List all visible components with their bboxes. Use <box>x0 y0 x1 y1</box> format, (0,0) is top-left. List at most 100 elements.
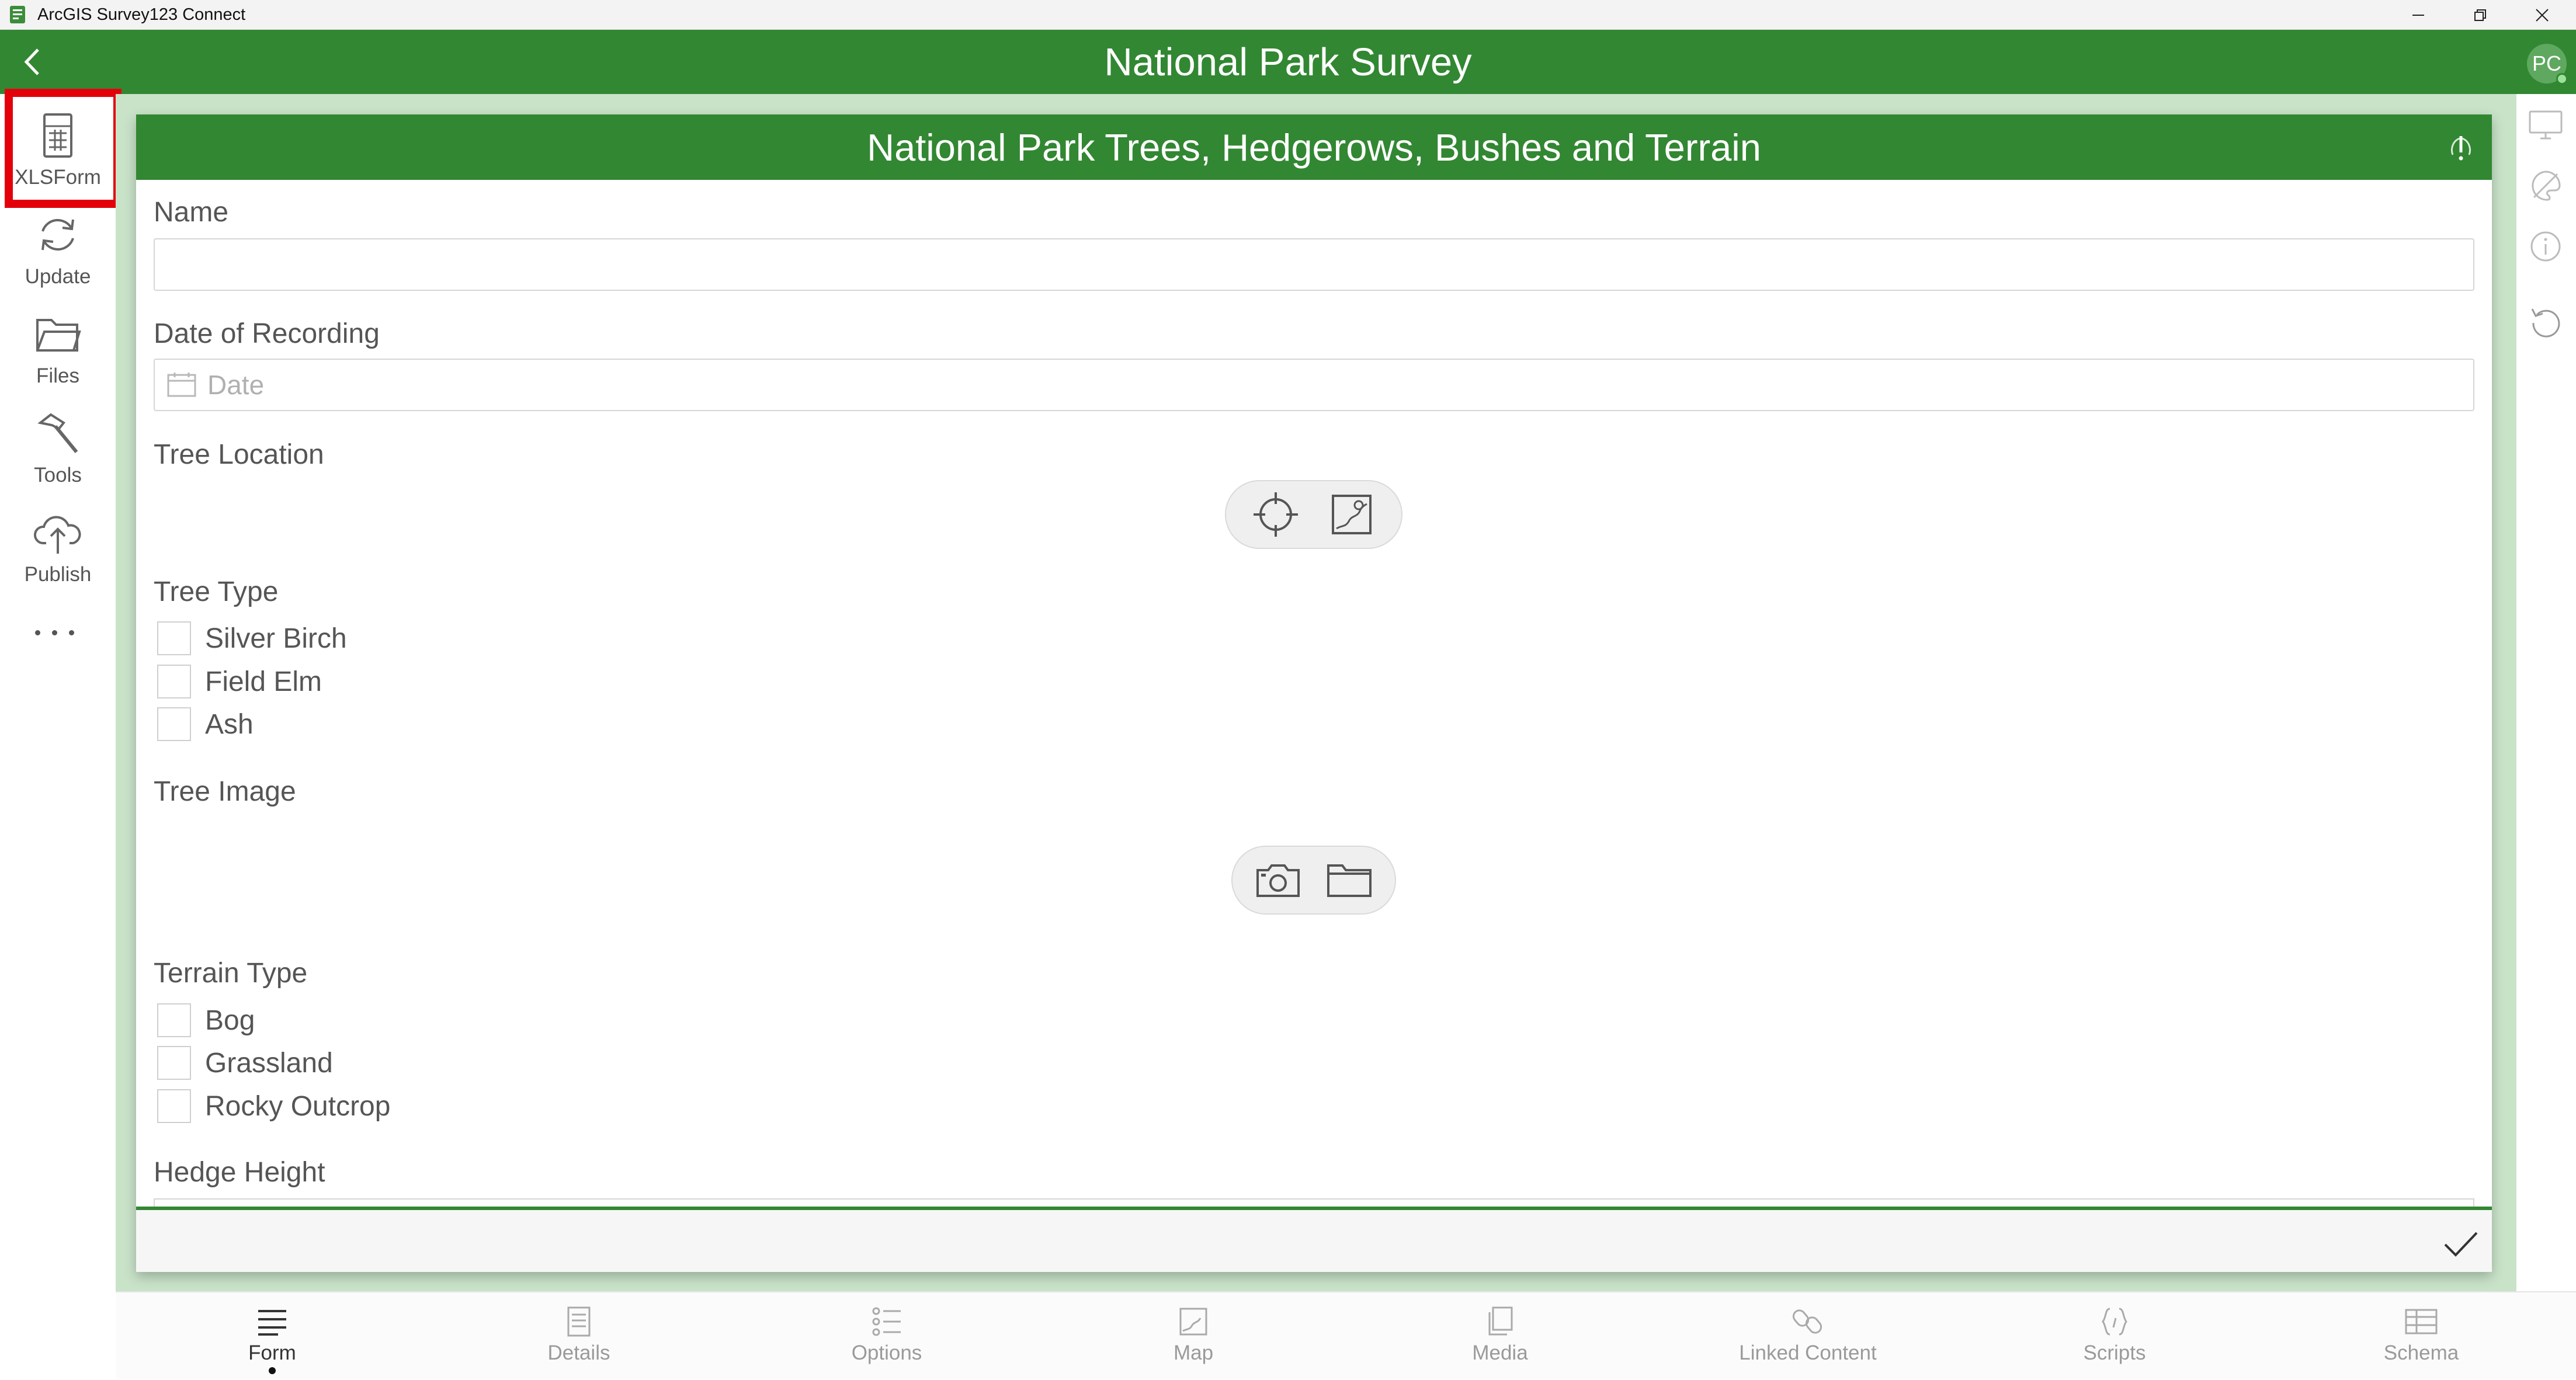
tab-label: Details <box>547 1341 610 1364</box>
map-icon <box>1177 1292 1210 1338</box>
scripts-icon <box>2098 1292 2131 1338</box>
tab-form[interactable]: Form <box>179 1292 366 1380</box>
back-button[interactable] <box>12 41 53 82</box>
app-title: ArcGIS Survey123 Connect <box>37 5 246 24</box>
tab-media[interactable]: Media <box>1407 1292 1593 1380</box>
date-placeholder: Date <box>207 370 265 400</box>
info-button[interactable] <box>2522 223 2569 270</box>
refresh-icon <box>34 199 81 258</box>
form-header: National Park Trees, Hedgerows, Bushes a… <box>136 114 2492 180</box>
form-footer <box>136 1207 2492 1272</box>
options-icon <box>870 1292 903 1338</box>
link-icon <box>1792 1292 1824 1338</box>
page-title: National Park Survey <box>1104 40 1472 84</box>
checkbox[interactable] <box>157 1089 191 1123</box>
tab-options[interactable]: Options <box>793 1292 980 1380</box>
media-icon <box>1484 1292 1516 1338</box>
more-button[interactable] <box>35 624 82 641</box>
checkbox-label: Field Elm <box>205 666 322 697</box>
undo-icon <box>2529 304 2563 338</box>
checkbox-option[interactable]: Rocky Outcrop <box>157 1088 390 1124</box>
submit-button[interactable] <box>2438 1221 2484 1267</box>
tab-label: Map <box>1173 1341 1214 1364</box>
sidebar-item-publish[interactable]: Publish <box>0 496 116 593</box>
map-icon <box>1329 492 1374 537</box>
checkbox-option[interactable]: Bog <box>157 1002 255 1038</box>
window-title-bar: ArcGIS Survey123 Connect <box>0 0 2576 30</box>
hammer-icon <box>34 397 81 457</box>
sidebar-item-tools[interactable]: Tools <box>0 397 116 493</box>
tab-label: Options <box>851 1341 922 1364</box>
sidebar-item-files[interactable]: Files <box>0 298 116 394</box>
details-icon <box>563 1292 595 1338</box>
folder-icon <box>1326 861 1373 899</box>
sidebar-item-update[interactable]: Update <box>0 199 116 295</box>
active-tab-indicator <box>269 1367 276 1374</box>
checkbox-option[interactable]: Field Elm <box>157 663 322 700</box>
tab-details[interactable]: Details <box>485 1292 672 1380</box>
monitor-icon <box>2528 109 2564 142</box>
preview-device-button[interactable] <box>2522 102 2569 149</box>
sidebar-item-label: Update <box>25 265 91 288</box>
choose-file-button[interactable] <box>1323 854 1376 906</box>
sidebar-item-label: Publish <box>24 563 92 586</box>
right-sidebar <box>2516 94 2576 1379</box>
checkbox-label: Ash <box>205 708 254 740</box>
question-name-label: Name <box>154 197 229 228</box>
checkbox[interactable] <box>157 707 191 741</box>
question-date-label: Date of Recording <box>154 318 380 349</box>
tab-map[interactable]: Map <box>1100 1292 1287 1380</box>
question-tree-type-label: Tree Type <box>154 576 279 607</box>
xlsform-highlight-box <box>5 89 121 208</box>
checkbox[interactable] <box>157 1046 191 1080</box>
app-logo-icon <box>8 5 28 25</box>
checkbox[interactable] <box>157 665 191 698</box>
checkbox[interactable] <box>157 1003 191 1037</box>
close-window-button[interactable] <box>2513 0 2571 30</box>
checkbox[interactable] <box>157 621 191 655</box>
checkbox-label: Grassland <box>205 1047 333 1079</box>
chevron-left-icon <box>19 46 45 78</box>
schema-icon <box>2404 1292 2439 1338</box>
tab-label: Media <box>1472 1341 1528 1364</box>
take-photo-button[interactable] <box>1252 854 1304 906</box>
checkbox-option[interactable]: Silver Birch <box>157 620 347 656</box>
cloud-upload-icon <box>33 496 82 556</box>
location-controls <box>1225 480 1402 549</box>
checkbox-option[interactable]: Grassland <box>157 1045 333 1081</box>
reset-button[interactable] <box>2522 298 2569 345</box>
palette-icon <box>2528 168 2563 203</box>
minimize-icon <box>2411 8 2426 23</box>
current-location-button[interactable] <box>1249 488 1302 541</box>
tab-scripts[interactable]: Scripts <box>2021 1292 2208 1380</box>
form-icon <box>255 1292 290 1338</box>
hedge-height-input[interactable] <box>154 1198 2474 1207</box>
map-location-button[interactable] <box>1325 488 1378 541</box>
sidebar-item-label: Files <box>36 364 79 387</box>
crosshair-icon <box>1251 490 1300 539</box>
form-alert-button[interactable] <box>2440 127 2481 168</box>
name-input[interactable] <box>154 238 2474 291</box>
checkbox-option[interactable]: Ash <box>157 706 254 742</box>
question-terrain-type-label: Terrain Type <box>154 958 308 989</box>
question-tree-image-label: Tree Image <box>154 776 296 807</box>
tab-linked-content[interactable]: Linked Content <box>1714 1292 1901 1380</box>
tab-schema[interactable]: Schema <box>2328 1292 2515 1380</box>
calendar-icon <box>166 372 197 398</box>
more-icon <box>35 630 74 635</box>
theme-button[interactable] <box>2522 162 2569 209</box>
question-location-label: Tree Location <box>154 439 324 470</box>
camera-icon <box>1254 860 1302 901</box>
date-input[interactable]: Date <box>154 359 2474 411</box>
info-icon <box>2529 230 2562 263</box>
tab-label: Schema <box>2383 1341 2459 1364</box>
restore-button[interactable] <box>2451 0 2509 30</box>
tab-label: Linked Content <box>1739 1341 1877 1364</box>
tab-label: Form <box>248 1341 296 1364</box>
close-icon <box>2534 7 2550 23</box>
survey-form-card: National Park Trees, Hedgerows, Bushes a… <box>136 114 2492 1272</box>
checkmark-icon <box>2443 1229 2479 1259</box>
app-header: National Park Survey PC <box>0 30 2576 94</box>
checkbox-label: Bog <box>205 1004 255 1036</box>
minimize-button[interactable] <box>2389 0 2447 30</box>
